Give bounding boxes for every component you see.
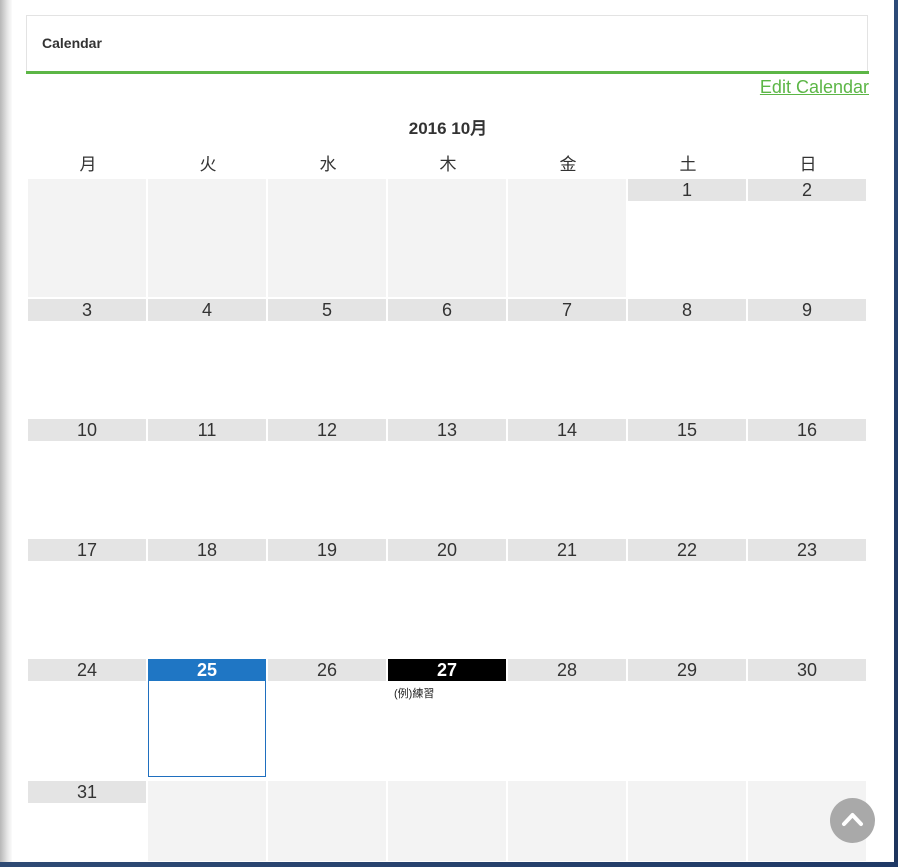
calendar-day-cell[interactable]: 3 (28, 299, 146, 417)
day-number: 18 (148, 539, 266, 561)
calendar-empty-cell (388, 179, 506, 297)
day-number: 2 (748, 179, 866, 201)
calendar-day-cell[interactable]: 19 (268, 539, 386, 657)
calendar-day-cell[interactable]: 8 (628, 299, 746, 417)
calendar-day-cell[interactable]: 5 (268, 299, 386, 417)
day-number: 30 (748, 659, 866, 681)
calendar-day-cell[interactable]: 15 (628, 419, 746, 537)
window-shadow (0, 0, 12, 867)
day-number: 7 (508, 299, 626, 321)
day-number: 3 (28, 299, 146, 321)
desktop-background-bottom (0, 862, 898, 867)
calendar-empty-cell (508, 179, 626, 297)
calendar-day-cell[interactable]: 22 (628, 539, 746, 657)
weekday-header-row: 月 火 水 木 金 土 日 (28, 150, 868, 176)
month-title: 2016 10月 (408, 119, 488, 138)
calendar-day-cell[interactable]: 10 (28, 419, 146, 537)
day-number: 8 (628, 299, 746, 321)
calendar-page: Calendar Edit Calendar 2016 10月 月 火 水 木 … (12, 0, 894, 862)
day-number: 6 (388, 299, 506, 321)
day-number: 17 (28, 539, 146, 561)
calendar-empty-cell (28, 179, 146, 297)
calendar-day-cell[interactable]: 31 (28, 781, 146, 861)
day-number: 23 (748, 539, 866, 561)
calendar-day-cell[interactable]: 12 (268, 419, 386, 537)
day-number: 11 (148, 419, 266, 441)
calendar-day-cell[interactable]: 26 (268, 659, 386, 777)
weekday-mon: 月 (79, 155, 97, 174)
weekday-fri: 金 (559, 155, 577, 174)
calendar-day-cell[interactable]: 11 (148, 419, 266, 537)
header-divider (26, 71, 869, 74)
calendar-day-cell[interactable]: 29 (628, 659, 746, 777)
widget-title: Calendar (42, 35, 102, 51)
day-number: 24 (28, 659, 146, 681)
day-number: 5 (268, 299, 386, 321)
day-number: 22 (628, 539, 746, 561)
calendar-day-cell[interactable]: 9 (748, 299, 866, 417)
calendar-day-cell[interactable]: 24 (28, 659, 146, 777)
calendar-empty-cell (268, 781, 386, 861)
calendar-day-cell[interactable]: 17 (28, 539, 146, 657)
calendar-day-cell[interactable]: 30 (748, 659, 866, 777)
calendar-day-cell[interactable]: 20 (388, 539, 506, 657)
calendar-day-cell[interactable]: 1 (628, 179, 746, 297)
calendar-day-cell[interactable]: 2 (748, 179, 866, 297)
day-number-today: 25 (148, 659, 266, 681)
desktop-background (894, 0, 898, 867)
calendar-day-cell[interactable]: 18 (148, 539, 266, 657)
calendar-day-cell-today[interactable]: 25 (148, 659, 266, 777)
calendar-empty-cell (148, 781, 266, 861)
day-number: 9 (748, 299, 866, 321)
calendar-day-cell[interactable]: 6 (388, 299, 506, 417)
day-number: 15 (628, 419, 746, 441)
day-number: 19 (268, 539, 386, 561)
scroll-to-top-button[interactable] (830, 798, 875, 843)
weekday-tue: 火 (199, 155, 217, 174)
calendar-empty-cell (508, 781, 626, 861)
calendar-day-cell[interactable]: 4 (148, 299, 266, 417)
calendar-empty-cell (268, 179, 386, 297)
day-number: 20 (388, 539, 506, 561)
weekday-sat: 土 (679, 155, 697, 174)
calendar-day-cell[interactable]: 14 (508, 419, 626, 537)
weekday-sun: 日 (799, 155, 817, 174)
calendar-empty-cell (148, 179, 266, 297)
weekday-wed: 水 (319, 155, 337, 174)
day-number: 28 (508, 659, 626, 681)
calendar-day-cell[interactable]: 16 (748, 419, 866, 537)
calendar-day-cell[interactable]: 7 (508, 299, 626, 417)
day-number: 1 (628, 179, 746, 201)
day-number: 4 (148, 299, 266, 321)
day-number: 14 (508, 419, 626, 441)
calendar-day-cell[interactable]: 21 (508, 539, 626, 657)
calendar-day-cell-with-event[interactable]: 27 (例)練習 (388, 659, 506, 777)
day-number: 31 (28, 781, 146, 803)
day-number: 10 (28, 419, 146, 441)
day-number: 21 (508, 539, 626, 561)
day-number: 29 (628, 659, 746, 681)
edit-calendar-link[interactable]: Edit Calendar (760, 77, 869, 98)
day-number: 13 (388, 419, 506, 441)
day-number: 16 (748, 419, 866, 441)
day-number: 26 (268, 659, 386, 681)
day-number: 12 (268, 419, 386, 441)
weekday-thu: 木 (439, 155, 457, 174)
calendar-empty-cell (388, 781, 506, 861)
calendar-event[interactable]: (例)練習 (394, 685, 434, 701)
calendar-day-cell[interactable]: 28 (508, 659, 626, 777)
calendar-day-cell[interactable]: 23 (748, 539, 866, 657)
widget-header: Calendar (26, 15, 868, 71)
calendar-day-cell[interactable]: 13 (388, 419, 506, 537)
chevron-up-icon (842, 813, 863, 826)
day-number-event: 27 (388, 659, 506, 681)
calendar-empty-cell (628, 781, 746, 861)
